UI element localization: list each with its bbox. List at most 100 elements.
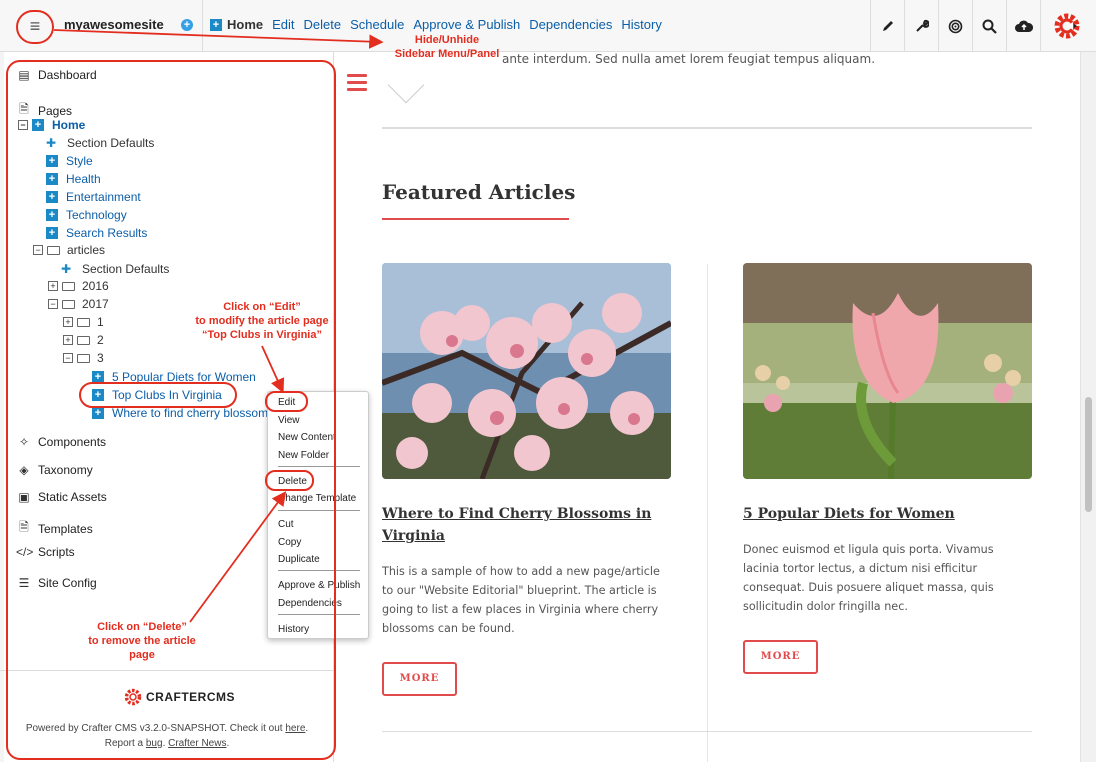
expand-icon[interactable]: + (48, 281, 58, 291)
sidebar-item-templates[interactable]: 🗎 Templates (16, 518, 93, 539)
card-text-cherry: This is a sample of how to add a new pag… (382, 565, 660, 635)
nav-schedule[interactable]: Schedule (350, 17, 404, 32)
tree-month-1[interactable]: + 1 (63, 315, 104, 329)
tree-2017[interactable]: − 2017 (48, 297, 109, 311)
context-cut[interactable]: Cut (278, 519, 294, 530)
pencil-icon[interactable] (870, 0, 904, 52)
tree-technology[interactable]: + Technology (46, 208, 127, 222)
context-approve-publish[interactable]: Approve & Publish (278, 580, 360, 591)
card-title-cherry[interactable]: Where to Find Cherry Blossoms in Virgini… (382, 503, 672, 547)
folder-icon (62, 281, 75, 291)
sidebar-item-label: Site Config (38, 576, 97, 590)
context-dependencies[interactable]: Dependencies (278, 598, 342, 609)
sidebar-toggle-icon[interactable]: ≡ (22, 14, 48, 38)
crafter-logo-icon[interactable] (1040, 0, 1092, 52)
tree-label: Where to find cherry blossom (112, 406, 269, 420)
footer-here-link[interactable]: here (285, 723, 305, 734)
tree-home[interactable]: − + Home (18, 118, 85, 132)
tulip-image[interactable] (743, 263, 1032, 479)
scrollbar-thumb[interactable] (1085, 397, 1092, 512)
folder-open-icon (62, 299, 75, 309)
tree-articles-section-defaults[interactable]: ✚ Section Defaults (61, 262, 169, 276)
nav-dependencies[interactable]: Dependencies (529, 17, 612, 32)
tree-month-3[interactable]: − 3 (63, 351, 104, 365)
tree-articles[interactable]: − articles (33, 243, 105, 257)
sidebar-item-label: Components (38, 435, 107, 449)
tags-icon: ◈ (19, 463, 29, 477)
tree-2016[interactable]: + 2016 (48, 279, 109, 293)
tree-section-defaults[interactable]: ✚ Section Defaults (46, 136, 154, 150)
preview-scrollbar[interactable] (1080, 52, 1096, 762)
tree-label: 1 (97, 315, 104, 329)
nav-approve-publish[interactable]: Approve & Publish (413, 17, 520, 32)
sidebar-item-scripts[interactable]: </> Scripts (16, 545, 75, 559)
tree-article-cherry[interactable]: + Where to find cherry blossom (92, 406, 268, 420)
more-button-cherry[interactable]: MORE (382, 662, 457, 696)
collapse-icon[interactable]: − (18, 120, 28, 130)
footer-bug-link[interactable]: bug (146, 738, 163, 749)
preview-menu-icon[interactable] (347, 74, 367, 95)
sidebar-item-taxonomy[interactable]: ◈ Taxonomy (16, 463, 92, 477)
tree-article-diets[interactable]: + 5 Popular Diets for Women (92, 370, 256, 384)
annotation-edit: Click on “Edit” to modify the article pa… (167, 300, 357, 342)
tree-label: 3 (97, 351, 104, 365)
sidebar-item-label: Static Assets (38, 490, 107, 504)
nav-home[interactable]: + Home (210, 17, 263, 32)
context-edit[interactable]: Edit (278, 397, 295, 408)
tree-label: Health (66, 172, 101, 186)
search-icon[interactable] (972, 0, 1006, 52)
context-view[interactable]: View (278, 415, 300, 426)
tree-health[interactable]: + Health (46, 172, 101, 186)
context-delete[interactable]: Delete (278, 476, 307, 487)
nav-edit[interactable]: Edit (272, 17, 294, 32)
footer-news-link[interactable]: Crafter News (168, 738, 226, 749)
featured-articles-heading: Featured Articles (382, 180, 576, 204)
annotation-line: page (129, 649, 155, 661)
card-title-diets[interactable]: 5 Popular Diets for Women (743, 503, 1033, 525)
page-actions-nav: + Home Edit Delete Schedule Approve & Pu… (210, 17, 671, 32)
tree-article-top-clubs[interactable]: + Top Clubs In Virginia (92, 388, 222, 402)
nav-home-label: Home (227, 17, 264, 32)
footer-report: Report a (104, 738, 144, 749)
context-new-folder[interactable]: New Folder (278, 450, 329, 461)
page-icon: + (46, 209, 58, 221)
context-duplicate[interactable]: Duplicate (278, 554, 320, 565)
page-icon: + (46, 155, 58, 167)
add-site-icon[interactable]: + (181, 19, 193, 31)
site-name[interactable]: myawesomesite (64, 17, 164, 32)
nav-history[interactable]: History (621, 17, 661, 32)
sidebar-item-components[interactable]: ✧ Components (16, 435, 106, 449)
tree-style[interactable]: + Style (46, 154, 93, 168)
collapse-icon[interactable]: − (33, 245, 43, 255)
crafter-cms-logo: CRAFTERCMS (124, 688, 235, 706)
more-button-diets[interactable]: MORE (743, 640, 818, 674)
collapse-icon[interactable]: − (48, 299, 58, 309)
sidebar-item-static-assets[interactable]: ▣ Static Assets (16, 490, 107, 504)
context-new-content[interactable]: New Content (278, 432, 336, 443)
context-copy[interactable]: Copy (278, 537, 301, 548)
tree-label: Home (52, 118, 86, 132)
tree-label: Search Results (66, 226, 148, 240)
cloud-upload-icon[interactable] (1006, 0, 1040, 52)
site-preview: ante interdum. Sed nulla amet lorem feug… (335, 52, 1080, 762)
target-icon[interactable] (938, 0, 972, 52)
annotation-delete: Click on “Delete” to remove the article … (72, 620, 212, 662)
tree-search-results[interactable]: + Search Results (46, 226, 147, 240)
collapse-icon[interactable]: − (63, 353, 73, 363)
expand-icon[interactable]: + (63, 317, 73, 327)
context-history[interactable]: History (278, 624, 309, 635)
sidebar-item-dashboard[interactable]: ▤ Dashboard (16, 68, 96, 82)
nav-delete[interactable]: Delete (304, 17, 342, 32)
cherry-blossom-image[interactable] (382, 263, 671, 479)
expand-icon[interactable]: + (63, 335, 73, 345)
tree-label: articles (67, 243, 106, 257)
wrench-icon[interactable] (904, 0, 938, 52)
sidebar-item-site-config[interactable]: ☰ Site Config (16, 576, 97, 590)
code-icon: </> (16, 545, 34, 559)
menu-separator (278, 570, 360, 571)
annotation-hide-panel: Hide/Unhide Sidebar Menu/Panel (382, 33, 512, 61)
context-change-template[interactable]: Change Template (278, 493, 356, 504)
page-icon: + (210, 18, 222, 31)
tree-month-2[interactable]: + 2 (63, 333, 104, 347)
tree-entertainment[interactable]: + Entertainment (46, 190, 141, 204)
